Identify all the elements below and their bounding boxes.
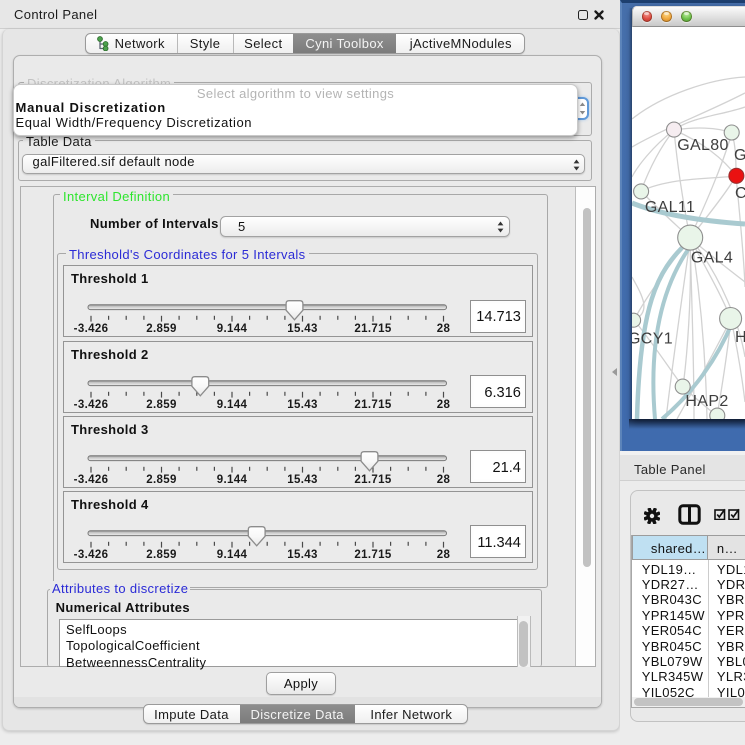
svg-text:2.859: 2.859 (146, 549, 177, 561)
svg-text:GA: GA (734, 147, 745, 164)
svg-text:-3.426: -3.426 (74, 399, 109, 411)
svg-text:H: H (735, 329, 745, 346)
svg-text:21.715: 21.715 (354, 474, 392, 486)
svg-text:28: 28 (437, 399, 451, 411)
svg-text:15.43: 15.43 (287, 399, 318, 411)
svg-text:GAL11: GAL11 (645, 199, 695, 216)
svg-text:C: C (735, 185, 745, 202)
svg-text:-3.426: -3.426 (74, 474, 109, 486)
svg-text:28: 28 (437, 474, 451, 486)
svg-text:-3.426: -3.426 (74, 323, 109, 335)
svg-text:15.43: 15.43 (287, 549, 318, 561)
svg-text:GAL80: GAL80 (677, 137, 729, 154)
svg-text:28: 28 (437, 549, 451, 561)
svg-text:HAP2: HAP2 (685, 393, 728, 410)
svg-text:2.859: 2.859 (146, 323, 177, 335)
svg-text:9.144: 9.144 (217, 549, 248, 561)
svg-text:2.859: 2.859 (146, 399, 177, 411)
svg-text:GCY1: GCY1 (632, 330, 673, 347)
svg-text:-3.426: -3.426 (74, 549, 109, 561)
svg-text:21.715: 21.715 (354, 399, 392, 411)
svg-text:9.144: 9.144 (217, 474, 248, 486)
svg-text:15.43: 15.43 (287, 323, 318, 335)
svg-text:21.715: 21.715 (354, 549, 392, 561)
svg-text:2.859: 2.859 (146, 474, 177, 486)
svg-text:15.43: 15.43 (287, 474, 318, 486)
svg-text:GAL4: GAL4 (691, 249, 733, 266)
svg-text:21.715: 21.715 (354, 323, 392, 335)
svg-text:9.144: 9.144 (217, 399, 248, 411)
svg-text:9.144: 9.144 (217, 323, 248, 335)
svg-text:28: 28 (437, 323, 451, 335)
